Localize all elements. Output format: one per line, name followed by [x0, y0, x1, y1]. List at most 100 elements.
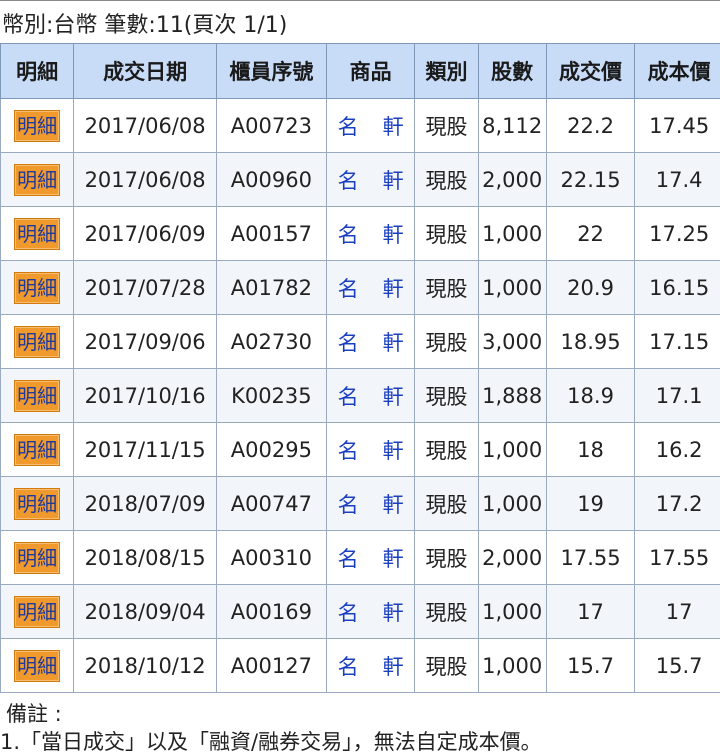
product-link[interactable]: 名軒: [338, 277, 404, 301]
detail-button[interactable]: 明細: [14, 596, 60, 628]
trade-date-cell: 2018/09/04: [74, 585, 217, 639]
shares-cell: 3,000: [478, 315, 546, 369]
trade-date-cell: 2017/09/06: [74, 315, 217, 369]
detail-button[interactable]: 明細: [14, 380, 60, 412]
product-char: 名: [338, 655, 359, 679]
teller-no-cell: A00310: [216, 531, 326, 585]
type-cell: 現股: [415, 639, 478, 693]
trade-price-cell: 17: [546, 585, 635, 639]
product-char: 名: [338, 493, 359, 517]
detail-cell: 明細: [1, 369, 74, 423]
product-char: 名: [338, 115, 359, 139]
teller-no-cell: A00169: [216, 585, 326, 639]
table-row: 明細2018/07/09A00747名軒現股1,0001917.2: [1, 477, 720, 531]
detail-button[interactable]: 明細: [14, 542, 60, 574]
product-link[interactable]: 名軒: [338, 655, 404, 679]
product-char: 軒: [383, 547, 404, 571]
table-row: 明細2017/11/15A00295名軒現股1,0001816.2: [1, 423, 720, 477]
shares-cell: 1,000: [478, 585, 546, 639]
table-row: 明細2017/06/08A00723名軒現股8,11222.217.45: [1, 99, 720, 153]
trade-date-cell: 2017/06/09: [74, 207, 217, 261]
product-link[interactable]: 名軒: [338, 601, 404, 625]
detail-cell: 明細: [1, 315, 74, 369]
product-char: 名: [338, 439, 359, 463]
product-link[interactable]: 名軒: [338, 169, 404, 193]
cost-price-cell: 17: [635, 585, 720, 639]
header-cost-price: 成本價: [635, 44, 720, 99]
shares-cell: 2,000: [478, 531, 546, 585]
teller-no-cell: A00747: [216, 477, 326, 531]
table-row: 明細2017/06/08A00960名軒現股2,00022.1517.4: [1, 153, 720, 207]
detail-button[interactable]: 明細: [14, 218, 60, 250]
detail-button[interactable]: 明細: [14, 326, 60, 358]
summary-text: 幣別:台幣 筆數:11(頁次 1/1): [2, 10, 287, 42]
detail-cell: 明細: [1, 477, 74, 531]
product-link[interactable]: 名軒: [338, 223, 404, 247]
product-cell: 名軒: [326, 531, 415, 585]
trade-date-cell: 2017/07/28: [74, 261, 217, 315]
product-cell: 名軒: [326, 585, 415, 639]
product-link[interactable]: 名軒: [338, 493, 404, 517]
trade-price-cell: 18: [546, 423, 635, 477]
table-row: 明細2018/09/04A00169名軒現股1,0001717: [1, 585, 720, 639]
detail-button[interactable]: 明細: [14, 164, 60, 196]
detail-cell: 明細: [1, 423, 74, 477]
product-link[interactable]: 名軒: [338, 439, 404, 463]
trade-price-cell: 18.95: [546, 315, 635, 369]
product-link[interactable]: 名軒: [338, 547, 404, 571]
trade-date-cell: 2017/10/16: [74, 369, 217, 423]
teller-no-cell: A02730: [216, 315, 326, 369]
product-cell: 名軒: [326, 99, 415, 153]
product-link[interactable]: 名軒: [338, 115, 404, 139]
teller-no-cell: K00235: [216, 369, 326, 423]
detail-button[interactable]: 明細: [14, 110, 60, 142]
type-cell: 現股: [415, 423, 478, 477]
shares-cell: 1,000: [478, 477, 546, 531]
detail-button[interactable]: 明細: [14, 272, 60, 304]
table-header-row: 明細 成交日期 櫃員序號 商品 類別 股數 成交價 成本價: [1, 44, 720, 99]
product-char: 軒: [383, 169, 404, 193]
shares-cell: 1,000: [478, 423, 546, 477]
product-link[interactable]: 名軒: [338, 331, 404, 355]
cost-price-cell: 17.1: [635, 369, 720, 423]
type-cell: 現股: [415, 531, 478, 585]
table-row: 明細2017/07/28A01782名軒現股1,00020.916.15: [1, 261, 720, 315]
header-detail: 明細: [1, 44, 74, 99]
trade-price-cell: 19: [546, 477, 635, 531]
trade-date-cell: 2018/07/09: [74, 477, 217, 531]
product-cell: 名軒: [326, 315, 415, 369]
cost-price-cell: 17.25: [635, 207, 720, 261]
trade-price-cell: 15.7: [546, 639, 635, 693]
product-char: 名: [338, 169, 359, 193]
detail-button[interactable]: 明細: [14, 488, 60, 520]
product-cell: 名軒: [326, 261, 415, 315]
product-cell: 名軒: [326, 207, 415, 261]
detail-button[interactable]: 明細: [14, 434, 60, 466]
trade-price-cell: 18.9: [546, 369, 635, 423]
product-char: 軒: [383, 331, 404, 355]
product-char: 軒: [383, 439, 404, 463]
shares-cell: 8,112: [478, 99, 546, 153]
type-cell: 現股: [415, 477, 478, 531]
product-char: 名: [338, 547, 359, 571]
product-link[interactable]: 名軒: [338, 385, 404, 409]
table-row: 明細2018/08/15A00310名軒現股2,00017.5517.55: [1, 531, 720, 585]
product-char: 軒: [383, 385, 404, 409]
product-char: 軒: [383, 115, 404, 139]
header-teller-no: 櫃員序號: [216, 44, 326, 99]
top-divider: [0, 0, 720, 1]
trade-price-cell: 20.9: [546, 261, 635, 315]
trade-date-cell: 2018/08/15: [74, 531, 217, 585]
trade-date-cell: 2018/10/12: [74, 639, 217, 693]
shares-cell: 1,888: [478, 369, 546, 423]
notes-label: 備註 :: [6, 700, 62, 728]
trade-date-cell: 2017/06/08: [74, 99, 217, 153]
cost-price-cell: 16.15: [635, 261, 720, 315]
detail-button[interactable]: 明細: [14, 650, 60, 682]
product-cell: 名軒: [326, 423, 415, 477]
cost-price-cell: 16.2: [635, 423, 720, 477]
table-row: 明細2017/10/16K00235名軒現股1,88818.917.1: [1, 369, 720, 423]
detail-cell: 明細: [1, 153, 74, 207]
detail-cell: 明細: [1, 585, 74, 639]
teller-no-cell: A00295: [216, 423, 326, 477]
